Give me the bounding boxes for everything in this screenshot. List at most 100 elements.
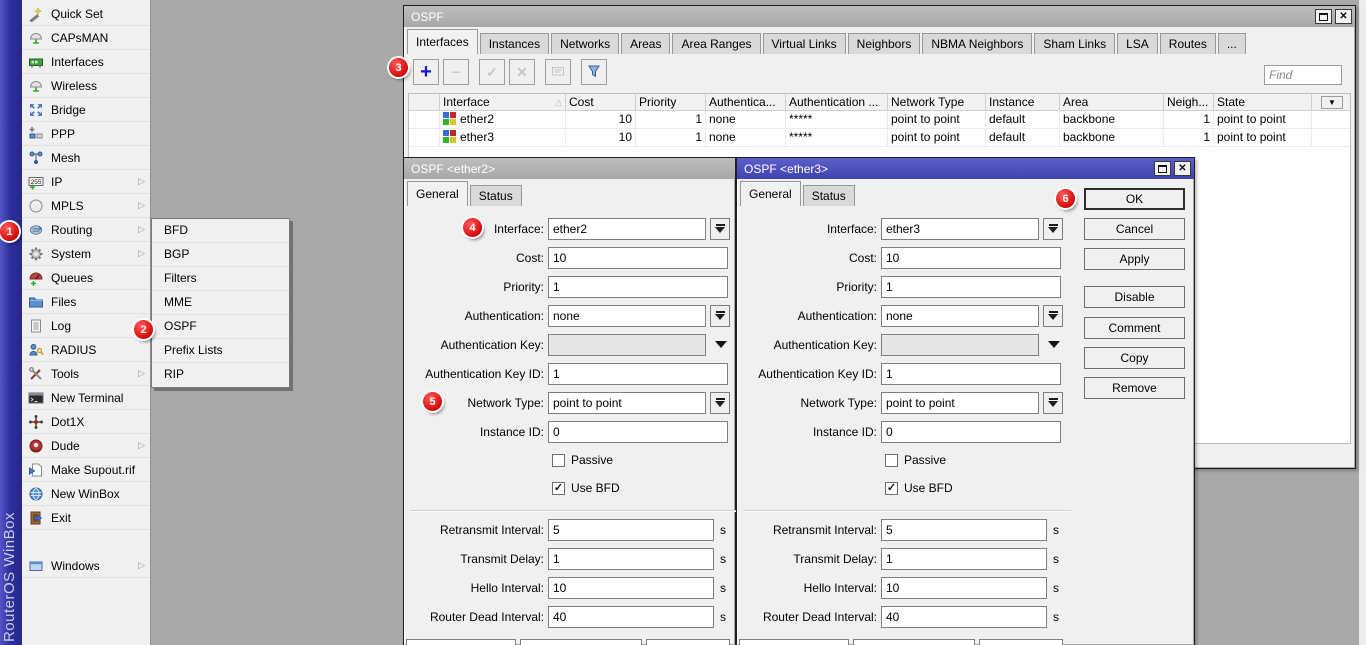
ether2-retransmit-interval-field[interactable]: 5 — [548, 519, 714, 541]
submenu-item-rip[interactable]: RIP — [152, 363, 289, 387]
ether2-passive-checkbox[interactable] — [552, 454, 565, 467]
cancel-button[interactable]: Cancel — [1084, 218, 1185, 240]
remove-button[interactable]: Remove — [1084, 377, 1185, 399]
ether2-use-bfd-checkbox[interactable]: ✓ — [552, 482, 565, 495]
comment-button[interactable]: Comment — [1084, 317, 1185, 339]
table-row-ether3[interactable]: ether3101none*****point to pointdefaultb… — [409, 129, 1350, 147]
submenu-item-bfd[interactable]: BFD — [152, 219, 289, 243]
ether3-cost-field[interactable]: 10 — [881, 247, 1061, 269]
table-row-ether2[interactable]: ether2101none*****point to pointdefaultb… — [409, 111, 1350, 129]
ether3-use-bfd-checkbox[interactable]: ✓ — [885, 482, 898, 495]
ether3-dialog-titlebar[interactable]: OSPF <ether3>✕ — [737, 158, 1194, 179]
apply-button[interactable]: Apply — [1084, 248, 1185, 270]
copy-button[interactable]: Copy — [1084, 347, 1185, 369]
column-header-state[interactable]: State — [1214, 94, 1312, 110]
maximize-icon[interactable] — [1154, 161, 1171, 176]
tab-instances[interactable]: Instances — [480, 33, 549, 54]
ether2-cost-field[interactable]: 10 — [548, 247, 728, 269]
sidebar-item-new-winbox[interactable]: New WinBox — [22, 482, 150, 506]
dropdown-icon[interactable] — [710, 305, 730, 327]
add-button[interactable]: + — [413, 59, 439, 85]
sidebar-item-queues[interactable]: Queues — [22, 266, 150, 290]
ether3-router-dead-interval-field[interactable]: 40 — [881, 606, 1047, 628]
dropdown-icon[interactable] — [1043, 392, 1063, 414]
tab-[interactable]: ... — [1218, 33, 1246, 54]
dropdown-icon[interactable] — [710, 392, 730, 414]
ether2-tab-general[interactable]: General — [407, 181, 468, 206]
tab-interfaces[interactable]: Interfaces — [407, 29, 478, 54]
tab-virtual-links[interactable]: Virtual Links — [763, 33, 846, 54]
tab-sham-links[interactable]: Sham Links — [1034, 33, 1115, 54]
column-header-area[interactable]: Area — [1060, 94, 1164, 110]
dropdown-icon[interactable] — [710, 218, 730, 240]
ether3-instance-id-field[interactable]: 0 — [881, 421, 1061, 443]
ether3-tab-general[interactable]: General — [740, 181, 801, 206]
ether2-interface-field[interactable]: ether2 — [548, 218, 706, 240]
column-header-neigh[interactable]: Neigh... — [1164, 94, 1214, 110]
sidebar-item-mpls[interactable]: MPLS▷ — [22, 194, 150, 218]
ether3-priority-field[interactable]: 1 — [881, 276, 1061, 298]
ether2-authentication-key-id-field[interactable]: 1 — [548, 363, 728, 385]
sidebar-item-exit[interactable]: Exit — [22, 506, 150, 530]
tab-area-ranges[interactable]: Area Ranges — [672, 33, 760, 54]
ether2-tab-status[interactable]: Status — [470, 185, 522, 206]
ok-button[interactable]: OK — [1084, 188, 1185, 210]
sidebar-item-windows[interactable]: Windows▷ — [22, 554, 150, 578]
close-icon[interactable]: ✕ — [1174, 161, 1191, 176]
sidebar-item-bridge[interactable]: Bridge — [22, 98, 150, 122]
ether3-authentication-field[interactable]: none — [881, 305, 1039, 327]
submenu-item-mme[interactable]: MME — [152, 291, 289, 315]
sidebar-item-radius[interactable]: RADIUS — [22, 338, 150, 362]
ether3-interface-field[interactable]: ether3 — [881, 218, 1039, 240]
sidebar-item-dot1x[interactable]: Dot1X — [22, 410, 150, 434]
column-header-instance[interactable]: Instance — [986, 94, 1060, 110]
tab-networks[interactable]: Networks — [551, 33, 619, 54]
submenu-item-filters[interactable]: Filters — [152, 267, 289, 291]
sidebar-item-dude[interactable]: Dude▷ — [22, 434, 150, 458]
close-icon[interactable]: ✕ — [1335, 9, 1352, 24]
sidebar-item-capsman[interactable]: CAPsMAN — [22, 26, 150, 50]
tab-routes[interactable]: Routes — [1160, 33, 1216, 54]
ospf-window-titlebar[interactable]: OSPF ✕ — [404, 6, 1355, 27]
ether2-transmit-delay-field[interactable]: 1 — [548, 548, 714, 570]
column-header-network-type[interactable]: Network Type — [888, 94, 986, 110]
sidebar-item-interfaces[interactable]: Interfaces — [22, 50, 150, 74]
column-header-interface[interactable]: Interface△ — [440, 94, 566, 110]
sidebar-item-ip[interactable]: 255IP▷ — [22, 170, 150, 194]
sidebar-item-mesh[interactable]: Mesh — [22, 146, 150, 170]
submenu-item-prefix-lists[interactable]: Prefix Lists — [152, 339, 289, 363]
dropdown-icon[interactable] — [1043, 305, 1063, 327]
column-header-authentica[interactable]: Authentica... — [706, 94, 786, 110]
sidebar-item-log[interactable]: Log — [22, 314, 150, 338]
ether3-transmit-delay-field[interactable]: 1 — [881, 548, 1047, 570]
sidebar-item-new-terminal[interactable]: New Terminal — [22, 386, 150, 410]
tab-areas[interactable]: Areas — [621, 33, 670, 54]
dropdown-arrow-icon[interactable] — [1048, 341, 1060, 348]
column-header-authentication[interactable]: Authentication ... — [786, 94, 888, 110]
ether2-authentication-field[interactable]: none — [548, 305, 706, 327]
column-selector-icon[interactable]: ▼ — [1321, 96, 1343, 109]
sidebar-item-ppp[interactable]: PPP — [22, 122, 150, 146]
tab-lsa[interactable]: LSA — [1117, 33, 1158, 54]
ether2-network-type-field[interactable]: point to point — [548, 392, 706, 414]
ether3-network-type-field[interactable]: point to point — [881, 392, 1039, 414]
ether3-authentication-key-id-field[interactable]: 1 — [881, 363, 1061, 385]
disable-button[interactable]: Disable — [1084, 286, 1185, 308]
ether2-hello-interval-field[interactable]: 10 — [548, 577, 714, 599]
ether3-passive-checkbox[interactable] — [885, 454, 898, 467]
dropdown-icon[interactable] — [1043, 218, 1063, 240]
ether3-tab-status[interactable]: Status — [803, 185, 855, 206]
sidebar-item-tools[interactable]: Tools▷ — [22, 362, 150, 386]
tab-nbma-neighbors[interactable]: NBMA Neighbors — [922, 33, 1032, 54]
sidebar-item-routing[interactable]: Routing▷ — [22, 218, 150, 242]
ether2-dialog-titlebar[interactable]: OSPF <ether2> — [404, 158, 735, 179]
sidebar-item-files[interactable]: Files — [22, 290, 150, 314]
ether2-router-dead-interval-field[interactable]: 40 — [548, 606, 714, 628]
find-input[interactable] — [1264, 65, 1342, 85]
maximize-icon[interactable] — [1315, 9, 1332, 24]
submenu-item-ospf[interactable]: OSPF — [152, 315, 289, 339]
ether3-retransmit-interval-field[interactable]: 5 — [881, 519, 1047, 541]
sidebar-item-system[interactable]: System▷ — [22, 242, 150, 266]
dropdown-arrow-icon[interactable] — [715, 341, 727, 348]
filter-button[interactable] — [581, 59, 607, 85]
